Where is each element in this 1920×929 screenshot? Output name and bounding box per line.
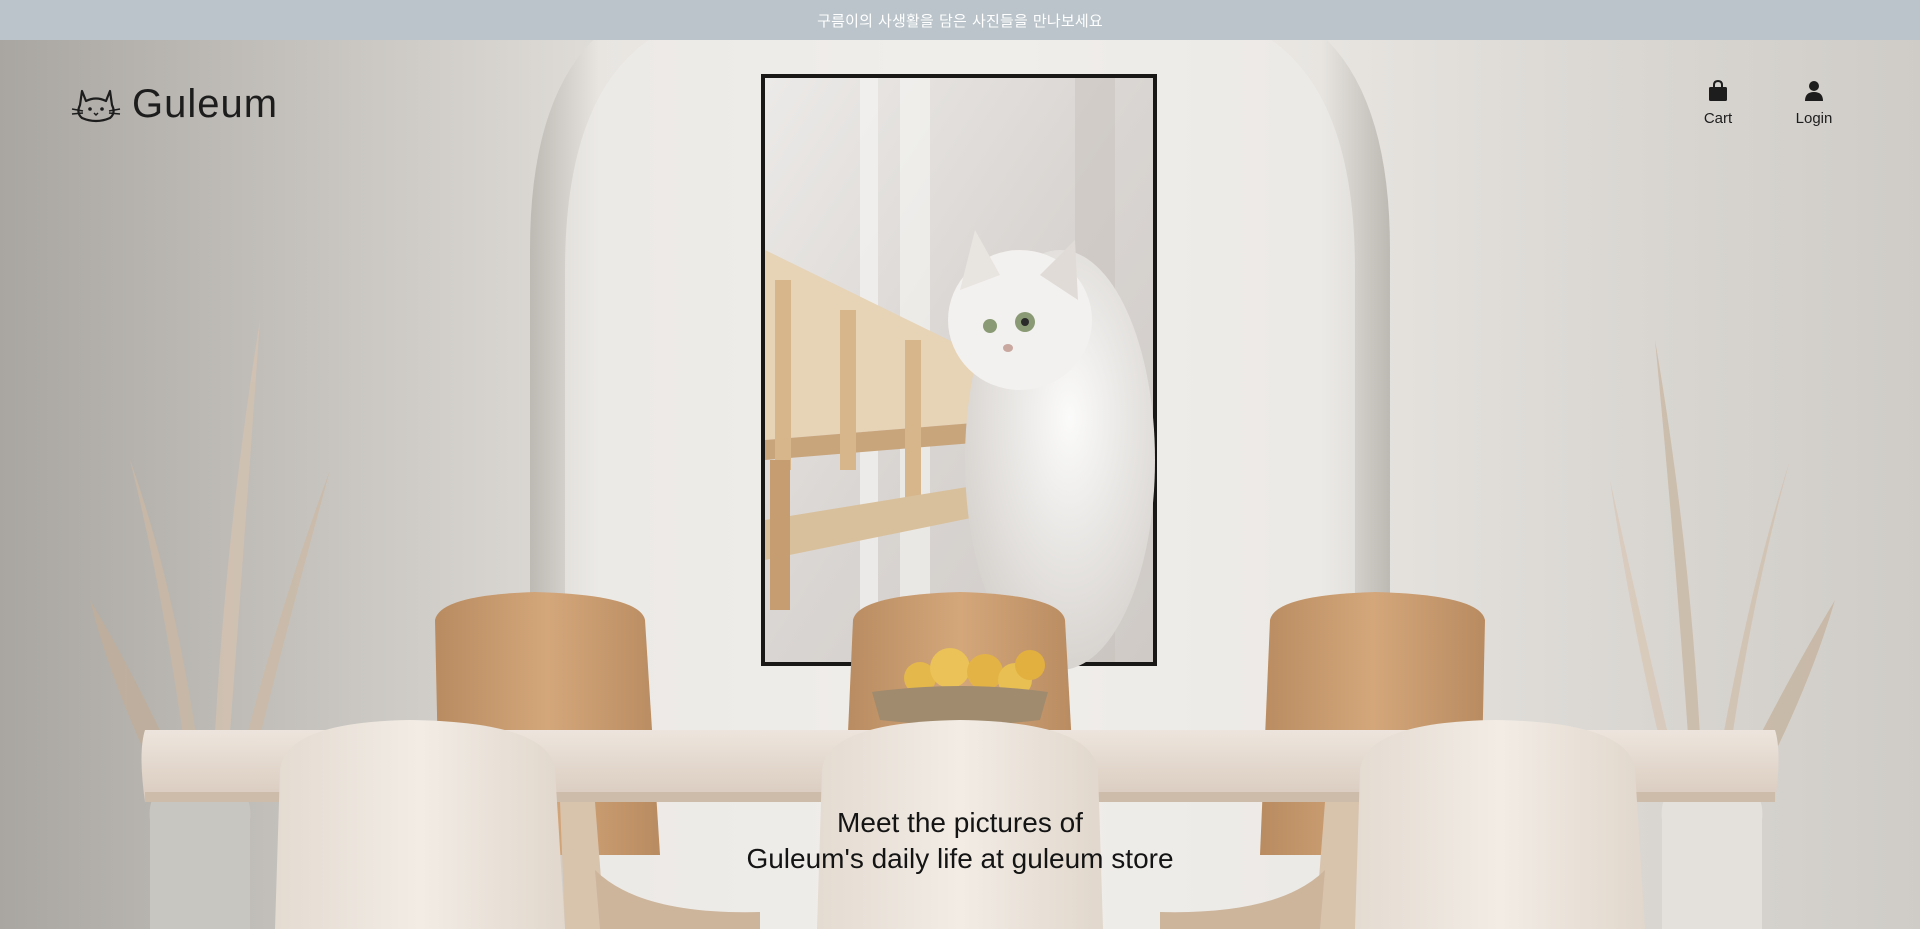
hero-banner: [0, 40, 1920, 929]
user-icon: [1804, 80, 1824, 106]
tagline-line-1: Meet the pictures of: [837, 807, 1083, 838]
login-button[interactable]: Login: [1779, 80, 1849, 127]
cat-icon: [70, 83, 122, 127]
brand-logo-link[interactable]: Guleum: [70, 82, 278, 127]
brand-name: Guleum: [132, 82, 279, 126]
announcement-text: 구름이의 사생활을 담은 사진들을 만나보세요: [817, 11, 1103, 30]
hero-tagline: Meet the pictures of Guleum's daily life…: [560, 805, 1360, 877]
site-header: Guleum Cart Login: [0, 40, 1920, 150]
cart-label: Cart: [1703, 110, 1733, 127]
login-label: Login: [1795, 110, 1833, 127]
shopping-bag-icon: [1708, 79, 1728, 106]
cart-button[interactable]: Cart: [1683, 79, 1753, 127]
hero-scene-image: [90, 40, 1835, 929]
tagline-line-2: Guleum's daily life at guleum store: [746, 843, 1174, 874]
announcement-bar: 구름이의 사생활을 담은 사진들을 만나보세요: [0, 0, 1920, 40]
